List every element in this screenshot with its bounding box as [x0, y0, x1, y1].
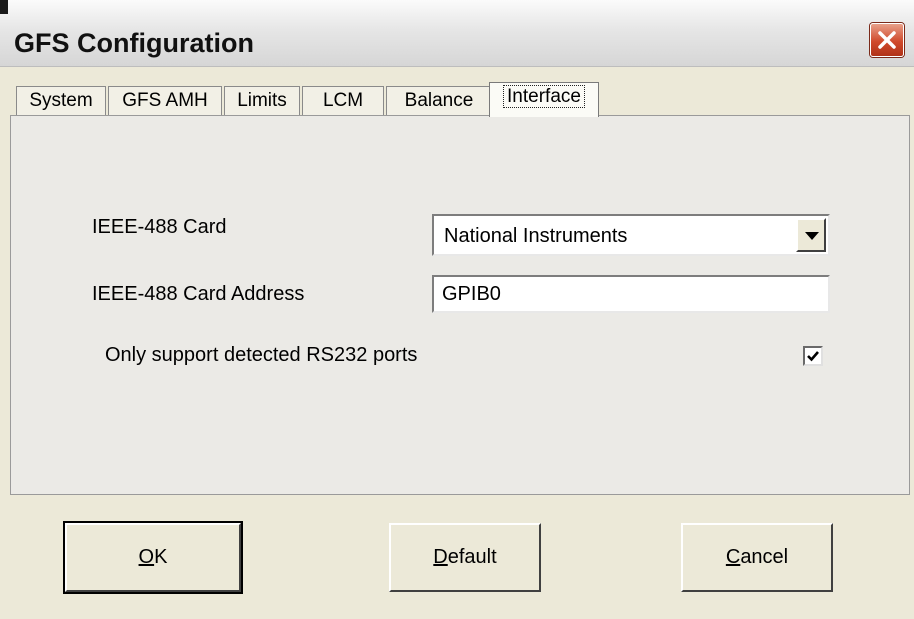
ok-label-rest: K: [154, 546, 168, 568]
close-icon: [878, 31, 896, 49]
tab-system[interactable]: System: [16, 86, 106, 116]
tab-lcm[interactable]: LCM: [302, 86, 384, 116]
window-corner: [0, 0, 8, 14]
default-label-rest: efault: [447, 546, 497, 568]
tab-interface[interactable]: Interface: [489, 82, 599, 117]
default-mnemonic: D: [433, 546, 448, 568]
ieee-card-label: IEEE-488 Card: [92, 216, 227, 238]
cancel-label-rest: ancel: [740, 546, 789, 568]
checkmark-icon: [807, 351, 819, 362]
ok-button[interactable]: OK: [65, 523, 241, 592]
ieee-address-field[interactable]: GPIB0: [432, 275, 830, 313]
default-button[interactable]: Default: [389, 523, 541, 592]
tab-limits[interactable]: Limits: [224, 86, 300, 116]
ieee-card-select[interactable]: National Instruments: [432, 214, 830, 256]
cancel-mnemonic: C: [725, 546, 741, 568]
rs232-checkbox[interactable]: [803, 346, 823, 366]
tab-gfs-amh[interactable]: GFS AMH: [108, 86, 222, 116]
ieee-card-selected-value: National Instruments: [444, 225, 628, 247]
cancel-button[interactable]: Cancel: [681, 523, 833, 592]
dialog-window: GFS Configuration System GFS AMH Limits …: [0, 0, 914, 619]
window-title: GFS Configuration: [14, 28, 254, 58]
close-button[interactable]: [870, 23, 904, 57]
tab-balance[interactable]: Balance: [386, 86, 492, 116]
ieee-address-label: IEEE-488 Card Address: [92, 283, 305, 305]
rs232-label: Only support detected RS232 ports: [105, 344, 418, 366]
chevron-down-icon: [805, 232, 819, 240]
title-bar[interactable]: GFS Configuration: [0, 0, 914, 67]
dropdown-button[interactable]: [796, 218, 826, 252]
ok-mnemonic: O: [138, 546, 155, 568]
